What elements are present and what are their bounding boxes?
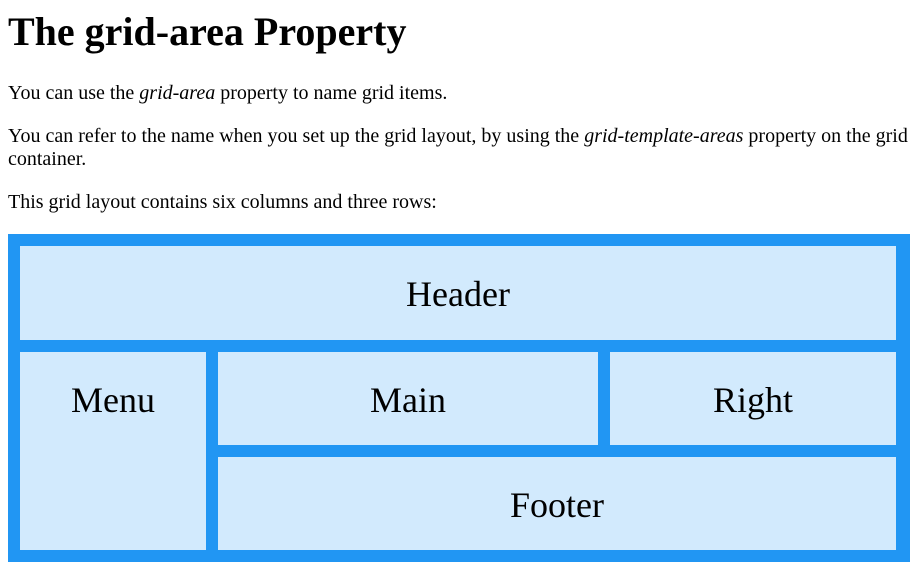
grid-item-right: Right	[610, 352, 896, 445]
para1-emphasis: grid-area	[139, 82, 216, 104]
grid-item-main: Main	[218, 352, 598, 445]
grid-container: Header Menu Main Right Footer	[8, 234, 910, 562]
para2-text-before: You can refer to the name when you set u…	[8, 125, 585, 147]
layout-description-paragraph: This grid layout contains six columns an…	[8, 191, 437, 213]
para1-text-before: You can use the	[8, 82, 140, 104]
grid-item-header: Header	[20, 246, 896, 340]
para1-text-after: property to name grid items.	[215, 82, 448, 104]
grid-item-footer: Footer	[218, 457, 896, 550]
page-title: The grid-area Property	[8, 9, 407, 54]
reference-paragraph: You can refer to the name when you set u…	[8, 125, 912, 171]
para2-emphasis: grid-template-areas	[584, 125, 744, 147]
intro-paragraph: You can use the grid-area property to na…	[8, 82, 912, 105]
grid-item-menu: Menu	[20, 352, 206, 550]
